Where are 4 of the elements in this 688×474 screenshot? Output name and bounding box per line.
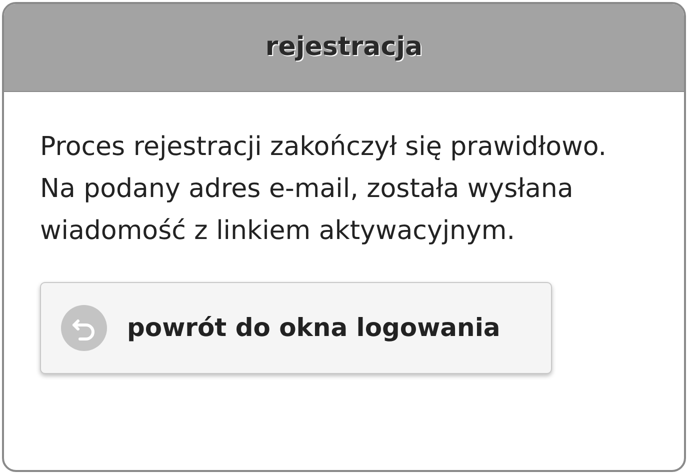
back-icon bbox=[61, 305, 107, 351]
message-text: Proces rejestracji zakończył się prawidłowo. Na podany adres e-mail, została wysłana wiadomość z linkiem aktywacyjnym. bbox=[40, 131, 608, 248]
dialog-title: rejestracja bbox=[265, 31, 423, 64]
back-to-login-button[interactable]: powrót do okna logowania bbox=[40, 282, 552, 374]
